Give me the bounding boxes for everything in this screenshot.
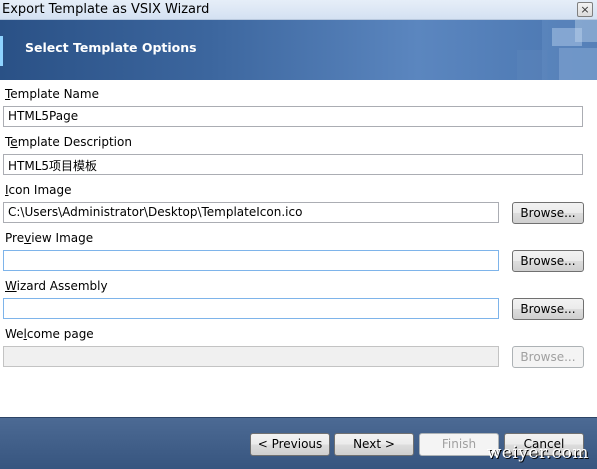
welcome-page-label: Welcome page <box>5 327 94 341</box>
icon-image-label: Icon Image <box>5 183 72 197</box>
welcome-page-browse-button: Browse... <box>512 346 584 368</box>
wizard-assembly-label: Wizard Assembly <box>5 279 108 293</box>
next-button[interactable]: Next > <box>334 433 414 456</box>
title-bar: Export Template as VSIX Wizard × <box>0 0 597 20</box>
preview-image-input[interactable] <box>3 250 499 271</box>
wizard-header-banner: Select Template Options <box>0 20 597 80</box>
template-name-label: Template Name <box>5 87 99 101</box>
wizard-assembly-input[interactable] <box>3 298 499 319</box>
template-description-label: Template Description <box>5 135 132 149</box>
preview-image-label: Preview Image <box>5 231 94 245</box>
wizard-footer: < Previous Next > Finish Cancel weiyer.c… <box>0 417 597 469</box>
previous-button[interactable]: < Previous <box>250 433 330 456</box>
banner-decoration-icon <box>517 20 597 80</box>
page-title: Select Template Options <box>25 40 197 55</box>
welcome-page-input <box>3 346 499 367</box>
preview-image-browse-button[interactable]: Browse... <box>512 250 584 272</box>
icon-image-browse-button[interactable]: Browse... <box>512 202 584 224</box>
template-description-input[interactable]: HTML5项目模板 <box>3 154 583 175</box>
close-button[interactable]: × <box>577 2 593 17</box>
watermark: weiyer.com <box>486 443 589 463</box>
icon-image-input[interactable]: C:\Users\Administrator\Desktop\TemplateI… <box>3 202 499 223</box>
window-title: Export Template as VSIX Wizard <box>2 2 210 17</box>
banner-accent <box>0 36 3 66</box>
wizard-assembly-browse-button[interactable]: Browse... <box>512 298 584 320</box>
template-name-input[interactable]: HTML5Page <box>3 106 583 127</box>
